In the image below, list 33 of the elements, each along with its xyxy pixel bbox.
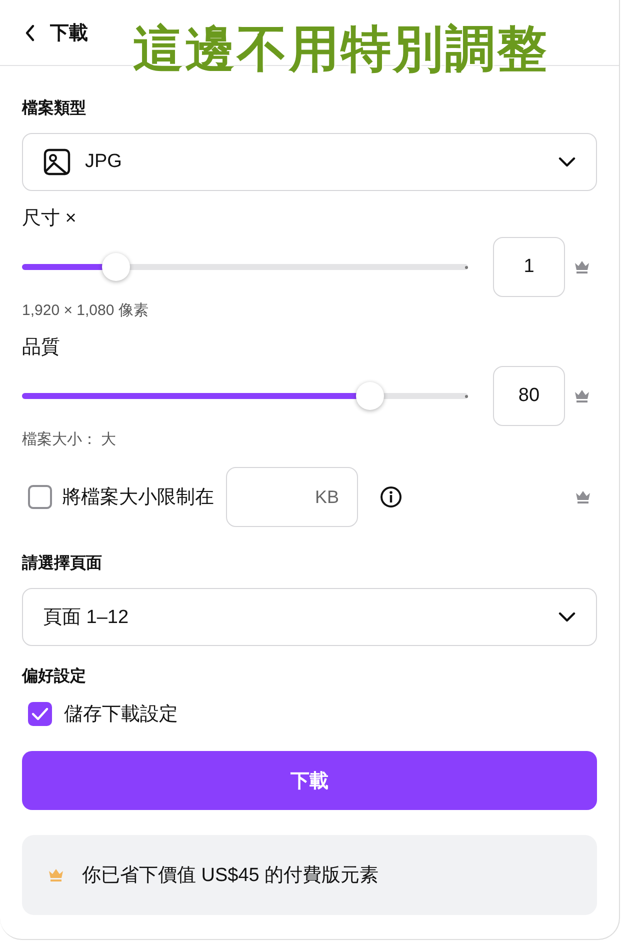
slider-note: 檔案大小： 大	[22, 430, 118, 449]
info-icon[interactable]	[380, 486, 402, 508]
size-field[interactable]: KB	[226, 467, 358, 527]
crown-icon	[574, 260, 590, 274]
section-label: 請選擇頁面	[22, 553, 103, 574]
checkbox[interactable]	[28, 702, 52, 726]
chevron-down-icon	[558, 612, 576, 622]
checkbox-label: 儲存下載設定	[64, 703, 178, 727]
crown-icon	[48, 868, 64, 882]
slider-thumb[interactable]	[102, 253, 130, 281]
section-label: 偏好設定	[22, 666, 87, 687]
back-icon[interactable]	[24, 24, 36, 42]
slider[interactable]	[22, 253, 468, 281]
annotation-text: 這邊不用特別調整	[133, 20, 549, 79]
crown-icon	[574, 389, 590, 403]
chevron-down-icon	[558, 157, 576, 167]
dropdown[interactable]: JPG	[22, 133, 597, 191]
download-button[interactable]: 下載	[22, 751, 597, 810]
slider[interactable]	[22, 382, 468, 410]
number-field[interactable]: 80	[493, 366, 565, 426]
slider-note: 1,920 × 1,080 像素	[22, 301, 150, 320]
slider-label: 品質	[22, 336, 61, 360]
crown-icon	[575, 490, 591, 504]
panel-title: 下載	[50, 22, 88, 46]
checkbox[interactable]	[28, 485, 52, 509]
image-icon	[43, 148, 71, 176]
number-field[interactable]: 1	[493, 237, 565, 297]
section-label: 檔案類型	[22, 98, 87, 119]
slider-label: 尺寸 ×	[22, 207, 78, 231]
notice-text: 你已省下價值 US$45 的付費版元素	[82, 864, 379, 888]
checkbox-label: 將檔案大小限制在	[62, 486, 214, 510]
dropdown[interactable]: 頁面 1–12	[22, 588, 597, 646]
slider-thumb[interactable]	[356, 382, 384, 410]
